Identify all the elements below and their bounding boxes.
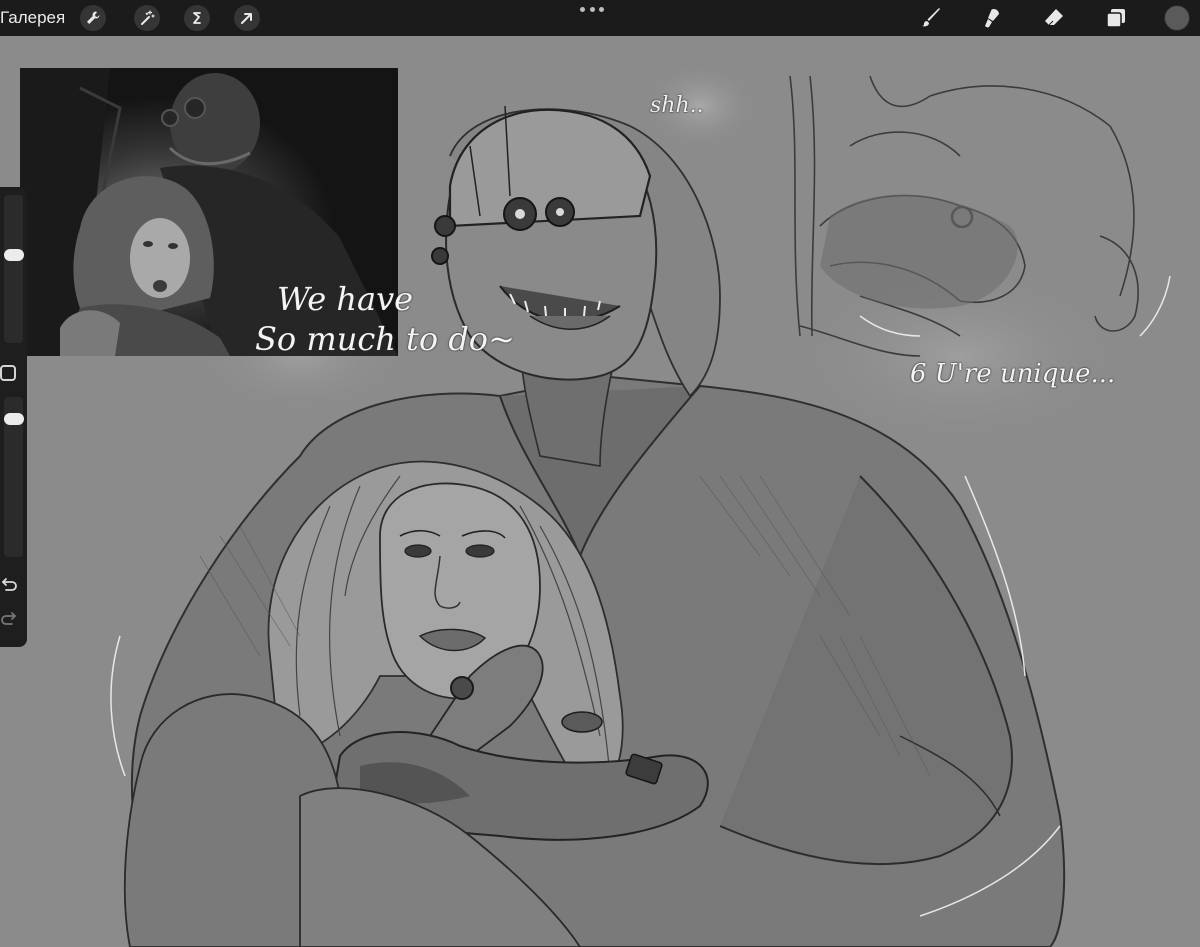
- brush-size-knob[interactable]: [4, 249, 24, 261]
- caption-unique: 6 U're unique...: [910, 359, 1116, 389]
- caption-shh: shh..: [650, 93, 704, 118]
- top-toolbar: Галерея: [0, 0, 1200, 36]
- color-picker-button[interactable]: [1164, 5, 1190, 31]
- eyedropper-modify-button[interactable]: [0, 365, 16, 381]
- more-options-icon[interactable]: [580, 4, 604, 14]
- transform-arrow-icon[interactable]: [234, 5, 260, 31]
- selection-icon[interactable]: [184, 5, 210, 31]
- smudge-icon[interactable]: [978, 4, 1006, 32]
- redo-icon[interactable]: [0, 609, 18, 627]
- wrench-icon[interactable]: [80, 5, 106, 31]
- caption-so-much-to-do: So much to do~: [255, 320, 515, 358]
- left-sidebar: [0, 187, 27, 647]
- opacity-slider[interactable]: [4, 397, 24, 557]
- gallery-button[interactable]: Галерея: [0, 8, 65, 28]
- magic-wand-icon[interactable]: [134, 5, 160, 31]
- brush-size-slider[interactable]: [4, 195, 24, 343]
- caption-we-have: We have: [277, 280, 414, 318]
- opacity-knob[interactable]: [4, 413, 24, 425]
- drawing-canvas[interactable]: We have So much to do~ shh.. 6 U're uniq…: [0, 36, 1200, 947]
- eraser-icon[interactable]: [1040, 4, 1068, 32]
- layers-icon[interactable]: [1102, 4, 1130, 32]
- brush-icon[interactable]: [918, 4, 946, 32]
- undo-icon[interactable]: [0, 575, 18, 593]
